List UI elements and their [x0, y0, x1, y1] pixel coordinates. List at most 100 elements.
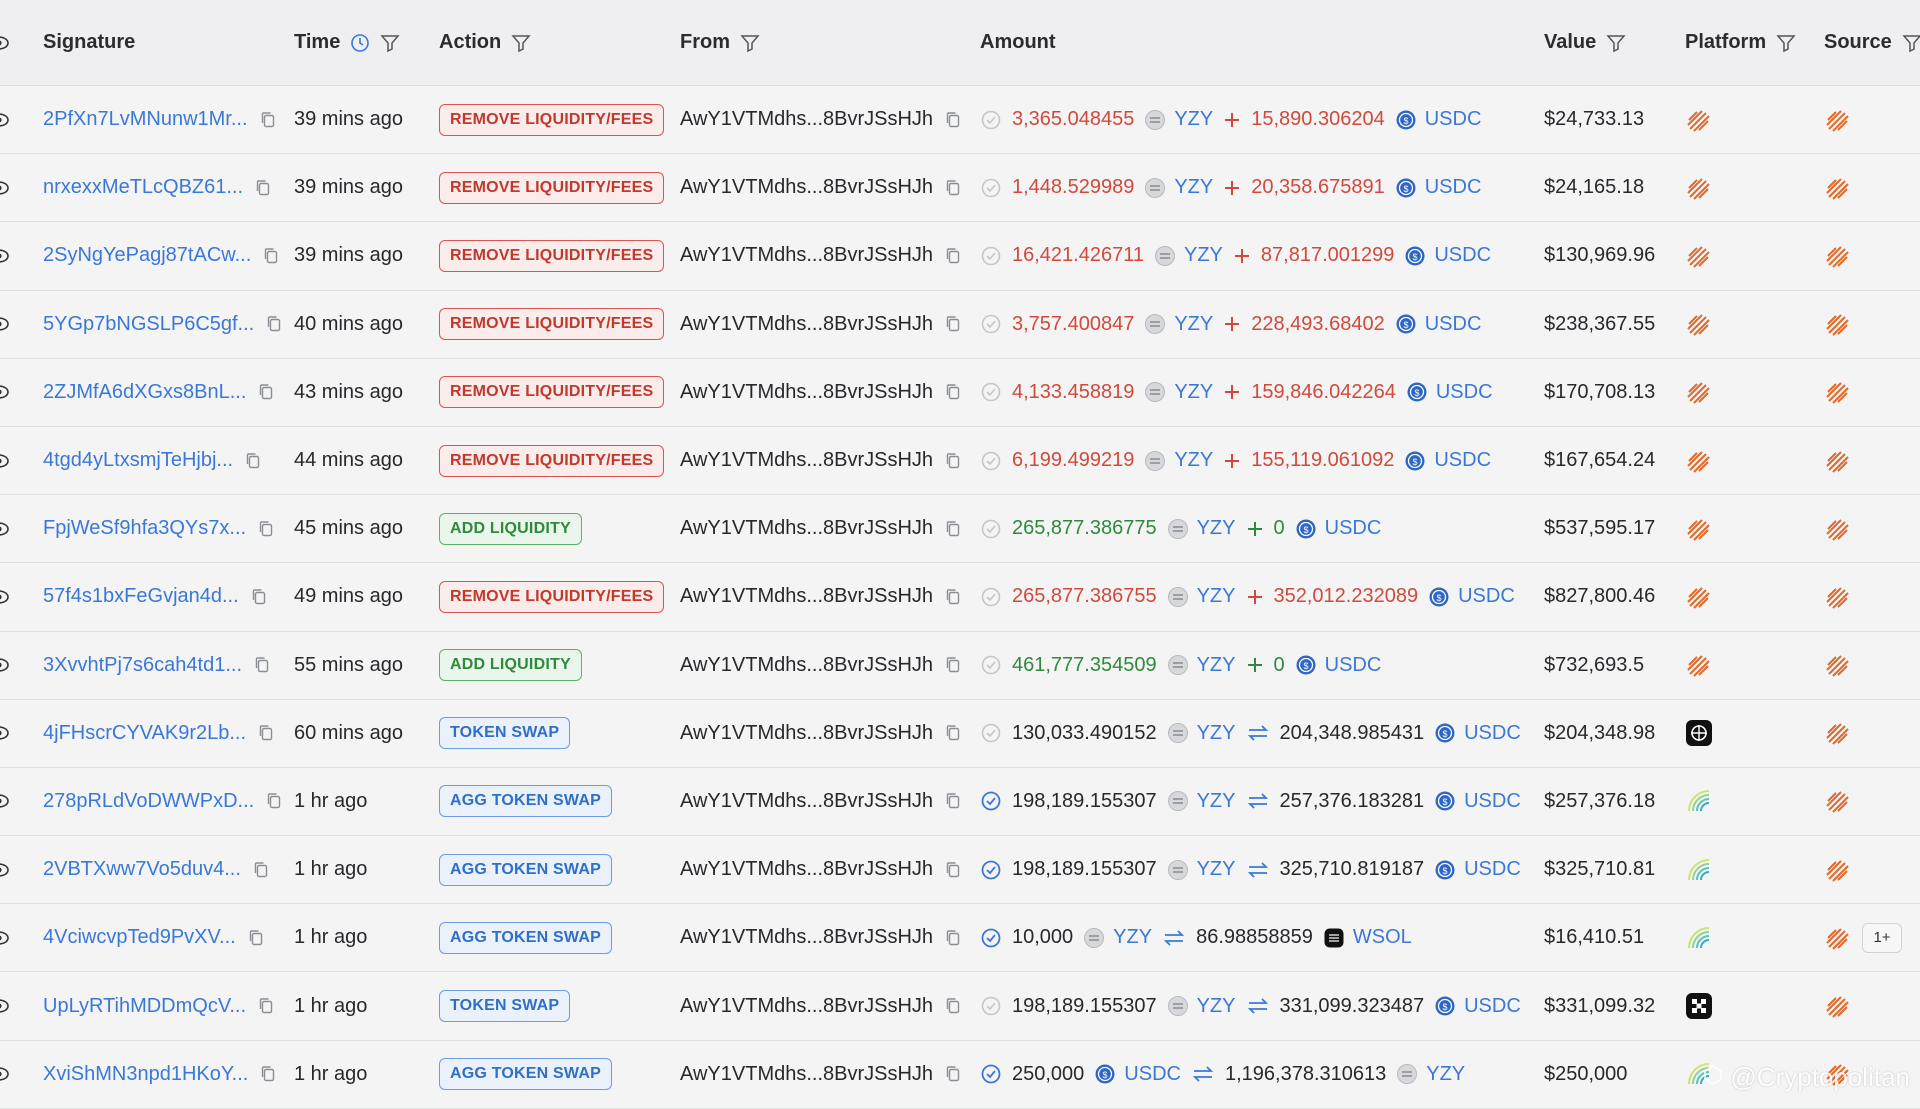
source-cell[interactable] [1824, 154, 1850, 221]
eye-icon[interactable] [0, 86, 12, 153]
source-cell[interactable] [1824, 427, 1850, 494]
source-cell[interactable] [1824, 86, 1850, 153]
token-in[interactable]: YZY [1174, 381, 1213, 404]
source-cell[interactable] [1824, 632, 1850, 699]
striped-logo-icon[interactable] [1824, 379, 1850, 405]
from-address[interactable]: AwY1VTMdhs...8BvrJSsHJh [680, 722, 933, 745]
eye-icon[interactable] [0, 632, 12, 699]
copy-icon[interactable] [258, 997, 274, 1015]
filter-icon[interactable] [380, 33, 400, 53]
token-out[interactable]: WSOL [1353, 926, 1412, 949]
from-address[interactable]: AwY1VTMdhs...8BvrJSsHJh [680, 1063, 933, 1086]
copy-icon[interactable] [266, 792, 282, 810]
token-out[interactable]: USDC [1458, 585, 1515, 608]
dex-black-icon[interactable] [1685, 719, 1713, 747]
table-row[interactable]: 2VBTXww7Vo5duv4... 1 hr ago AGG TOKEN SW… [0, 836, 1920, 904]
signature-link[interactable]: 3XvvhtPj7s6cah4td1... [43, 654, 242, 677]
platform-cell[interactable] [1685, 427, 1711, 494]
copy-icon[interactable] [945, 656, 961, 674]
striped-logo-icon[interactable] [1685, 652, 1711, 678]
token-in[interactable]: YZY [1197, 517, 1236, 540]
from-address[interactable]: AwY1VTMdhs...8BvrJSsHJh [680, 108, 933, 131]
platform-cell[interactable] [1685, 495, 1711, 562]
token-out[interactable]: USDC [1425, 176, 1482, 199]
token-out[interactable]: YZY [1426, 1063, 1465, 1086]
platform-cell[interactable] [1685, 972, 1713, 1039]
copy-icon[interactable] [945, 520, 961, 538]
token-in[interactable]: YZY [1113, 926, 1152, 949]
eye-icon[interactable] [0, 904, 12, 971]
copy-icon[interactable] [260, 1065, 276, 1083]
platform-cell[interactable] [1685, 632, 1711, 699]
signature-link[interactable]: 4jFHscrCYVAK9r2Lb... [43, 722, 246, 745]
table-row[interactable]: 4jFHscrCYVAK9r2Lb... 60 mins ago TOKEN S… [0, 700, 1920, 768]
token-out[interactable]: USDC [1325, 654, 1382, 677]
aggregator-green-icon[interactable] [1685, 924, 1713, 952]
filter-icon[interactable] [1606, 33, 1626, 53]
token-in[interactable]: YZY [1197, 585, 1236, 608]
filter-icon[interactable] [511, 33, 531, 53]
source-cell[interactable] [1824, 291, 1850, 358]
aggregator-green-icon[interactable] [1685, 787, 1713, 815]
from-address[interactable]: AwY1VTMdhs...8BvrJSsHJh [680, 926, 933, 949]
table-row[interactable]: 2PfXn7LvMNunw1Mr... 39 mins ago REMOVE L… [0, 86, 1920, 154]
copy-icon[interactable] [945, 861, 961, 879]
striped-logo-icon[interactable] [1824, 720, 1850, 746]
dex-grid-icon[interactable] [1685, 992, 1713, 1020]
copy-icon[interactable] [258, 383, 274, 401]
platform-cell[interactable] [1685, 904, 1713, 971]
token-out[interactable]: USDC [1464, 995, 1521, 1018]
signature-link[interactable]: nrxexxMeTLcQBZ61... [43, 176, 243, 199]
eye-icon[interactable] [0, 359, 12, 426]
copy-icon[interactable] [254, 656, 270, 674]
filter-icon[interactable] [740, 33, 760, 53]
eye-icon[interactable] [0, 495, 12, 562]
eye-icon[interactable] [0, 768, 12, 835]
token-in[interactable]: YZY [1174, 108, 1213, 131]
source-cell[interactable] [1824, 495, 1850, 562]
eye-icon[interactable] [0, 291, 12, 358]
copy-icon[interactable] [945, 452, 961, 470]
token-out[interactable]: USDC [1425, 313, 1482, 336]
striped-logo-icon[interactable] [1685, 516, 1711, 542]
copy-icon[interactable] [945, 111, 961, 129]
token-out[interactable]: USDC [1425, 108, 1482, 131]
copy-icon[interactable] [945, 179, 961, 197]
signature-link[interactable]: UpLyRTihMDDmQcV... [43, 995, 246, 1018]
copy-icon[interactable] [258, 520, 274, 538]
platform-cell[interactable] [1685, 86, 1711, 153]
striped-logo-icon[interactable] [1685, 311, 1711, 337]
copy-icon[interactable] [945, 929, 961, 947]
from-address[interactable]: AwY1VTMdhs...8BvrJSsHJh [680, 995, 933, 1018]
striped-logo-icon[interactable] [1824, 448, 1850, 474]
table-row[interactable]: 2SyNgYePagj87tACw... 39 mins ago REMOVE … [0, 222, 1920, 290]
table-row[interactable]: XviShMN3npd1HKoY... 1 hr ago AGG TOKEN S… [0, 1041, 1920, 1109]
source-cell[interactable] [1824, 700, 1850, 767]
from-address[interactable]: AwY1VTMdhs...8BvrJSsHJh [680, 585, 933, 608]
striped-logo-icon[interactable] [1824, 652, 1850, 678]
copy-icon[interactable] [260, 111, 276, 129]
copy-icon[interactable] [258, 724, 274, 742]
eye-icon[interactable] [0, 427, 12, 494]
signature-link[interactable]: 57f4s1bxFeGvjan4d... [43, 585, 239, 608]
token-out[interactable]: USDC [1434, 244, 1491, 267]
signature-link[interactable]: XviShMN3npd1HKoY... [43, 1063, 248, 1086]
token-in[interactable]: YZY [1197, 722, 1236, 745]
copy-icon[interactable] [255, 179, 271, 197]
platform-cell[interactable] [1685, 836, 1713, 903]
eye-icon[interactable] [0, 563, 12, 630]
platform-cell[interactable] [1685, 359, 1711, 426]
signature-link[interactable]: 4tgd4yLtxsmjTeHjbj... [43, 449, 233, 472]
striped-logo-icon[interactable] [1685, 243, 1711, 269]
striped-logo-icon[interactable] [1824, 107, 1850, 133]
table-row[interactable]: FpjWeSf9hfa3QYs7x... 45 mins ago ADD LIQ… [0, 495, 1920, 563]
striped-logo-icon[interactable] [1824, 925, 1850, 951]
token-in[interactable]: YZY [1174, 449, 1213, 472]
filter-icon[interactable] [1776, 33, 1796, 53]
striped-logo-icon[interactable] [1685, 379, 1711, 405]
platform-cell[interactable] [1685, 154, 1711, 221]
signature-link[interactable]: 278pRLdVoDWWPxD... [43, 790, 254, 813]
token-out[interactable]: USDC [1434, 449, 1491, 472]
copy-icon[interactable] [945, 315, 961, 333]
source-cell[interactable]: 1+ [1824, 904, 1902, 971]
